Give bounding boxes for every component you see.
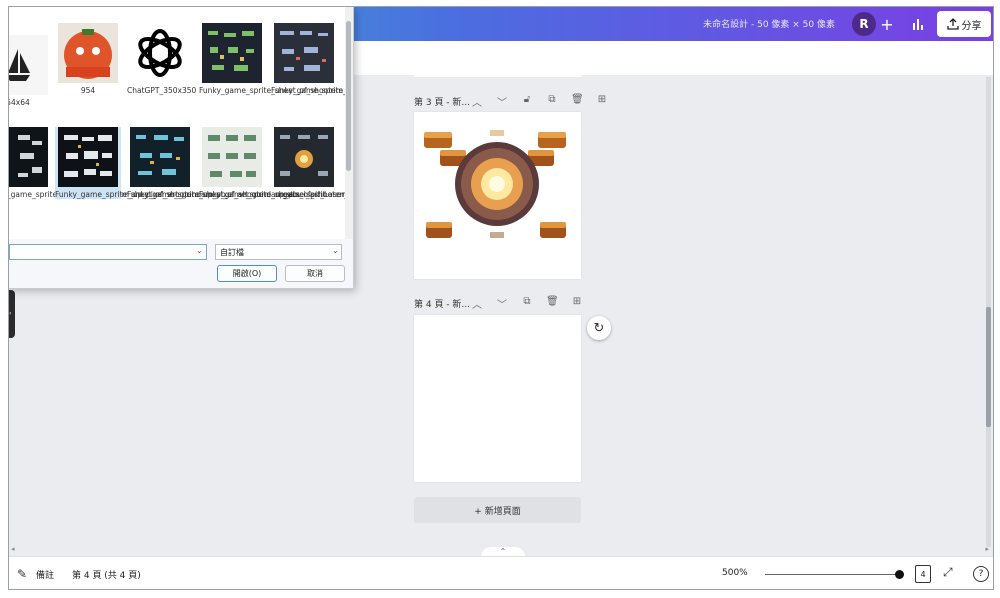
scroll-right-icon[interactable]: ▸ [985,545,989,553]
sprite-sheet-thumb [130,127,190,187]
file-item[interactable]: Funky_game_sprite_sheet_of_shootem_up_pi… [271,23,353,95]
duplicate-icon[interactable]: ⧉ [546,94,558,109]
chevron-left-icon: ‹ [9,310,12,317]
explosion-sprite [424,130,566,238]
sprite-sheet-thumb [274,23,334,83]
user-avatar[interactable]: R [852,12,876,36]
page-4-label[interactable]: 第 4 頁 - 新... [414,297,470,310]
add-page-icon[interactable]: ⊞ [571,296,583,311]
scroll-left-icon[interactable]: ◂ [11,545,15,553]
openai-logo-thumb [130,23,190,83]
notes-icon[interactable]: ✎ [17,567,27,581]
file-item[interactable]: Funky_game_sprite_sheet_of_shootem_up_pi… [9,127,231,199]
trash-icon[interactable]: 🗑︎ [546,296,559,311]
file-name: 954 [80,86,96,95]
file-item[interactable]: 954 [55,23,121,95]
file-name-input[interactable] [9,244,207,260]
refresh-icon: ↻ [593,320,605,336]
file-item[interactable]: Funky_game_sprite_sheets_of_shootem_up_p… [199,127,353,199]
zoom-slider-track[interactable] [765,574,899,575]
sprite-sheet-thumb [274,127,334,187]
app-window: 未命名設計 - 50 像素 × 50 像素 R + 分享 第 3 頁 - 新..… [8,6,994,590]
chevron-down-icon[interactable]: ﹀ [496,296,508,311]
page-4-actions: ︿ ﹀ ⧉ 🗑︎ ⊞ [471,296,583,311]
file-open-dialog: 54x64 954 ChatGPT_350x350 Funky_game_spr… [9,7,354,289]
file-name: 54x64 [9,98,30,107]
fullscreen-icon[interactable]: ⤢ [943,565,953,580]
page-4-card[interactable] [414,315,581,482]
chevron-up-icon[interactable]: ︿ [471,94,483,109]
page-3-card[interactable] [414,112,581,279]
file-name: ChatGPT_350x350 [127,86,197,95]
insights-button[interactable] [907,13,929,35]
zoom-level[interactable]: 500% [722,568,748,578]
file-type-select[interactable]: 自訂檔 [215,244,342,260]
duplicate-icon[interactable]: ⧉ [521,296,533,311]
notes-button[interactable]: 備註 [36,568,54,581]
help-button[interactable]: ? [973,566,989,582]
cancel-button[interactable]: 取消 [285,265,345,282]
refresh-button[interactable]: ↻ [587,316,611,340]
vertical-scroll-thumb[interactable] [986,307,991,427]
sprite-sheet-thumb [202,23,262,83]
boat-logo-thumb [9,35,48,95]
page-2-card[interactable] [414,47,581,77]
trash-icon[interactable]: 🗑︎ [571,94,584,109]
pages-grid-button[interactable]: 4 [915,565,931,583]
sprite-sheet-thumb [58,127,118,187]
bar-chart-icon [913,19,923,30]
zoom-slider-thumb[interactable] [895,570,904,579]
file-item[interactable]: Funky_game_sprite_sheet_of_shootem_up_pi… [127,127,353,199]
page-count: 第 4 頁 (共 4 頁) [72,571,141,581]
page-3-label[interactable]: 第 3 頁 - 新... [414,95,470,108]
bottom-bar: ✎ 備註 第 4 頁 (共 4 頁) 500% 4 ⤢ ? [9,556,993,589]
share-label: 分享 [961,20,982,32]
invite-button[interactable]: + [875,12,899,36]
sprite-sheet-thumb [9,127,48,187]
add-page-icon[interactable]: ⊞ [596,94,608,109]
file-item[interactable]: 54x64 [9,35,51,107]
chevron-down-icon[interactable]: ﹀ [496,94,508,109]
open-button[interactable]: 開啟(O) [217,265,277,282]
file-item[interactable]: Funky_game_sprite_sheet_of_shootem_up_pi… [199,23,353,95]
chevron-down-icon[interactable]: ⌄ [332,246,339,255]
chevron-down-icon[interactable]: ⌄ [196,246,203,255]
file-name: Funky_game_sprite_sheet_of_shootem_up_pi… [271,86,353,95]
file-list: 54x64 954 ChatGPT_350x350 Funky_game_spr… [9,7,353,239]
upload-icon [946,18,959,30]
page-3-actions: ︿ ﹀ 🔓︎ ⧉ 🗑︎ ⊞ [471,94,608,109]
file-name: game spirit [282,190,326,199]
lock-icon[interactable]: 🔓︎ [521,94,533,109]
tomato-meme-thumb [58,23,118,83]
chevron-up-icon: ⌃ [499,547,507,556]
file-item[interactable]: ChatGPT_350x350 [127,23,197,95]
file-item[interactable]: game spirit [271,127,337,199]
sprite-sheet-thumb [202,127,262,187]
dialog-scroll-thumb[interactable] [346,21,351,171]
add-page-button[interactable]: + 新增頁面 [414,497,581,523]
chevron-up-icon[interactable]: ︿ [471,296,483,311]
share-button[interactable]: 分享 [937,11,991,37]
file-item-selected[interactable]: Funky_game_sprite_sheet_of_shootem_up_pi… [55,127,301,199]
design-title[interactable]: 未命名設計 - 50 像素 × 50 像素 [703,17,835,30]
